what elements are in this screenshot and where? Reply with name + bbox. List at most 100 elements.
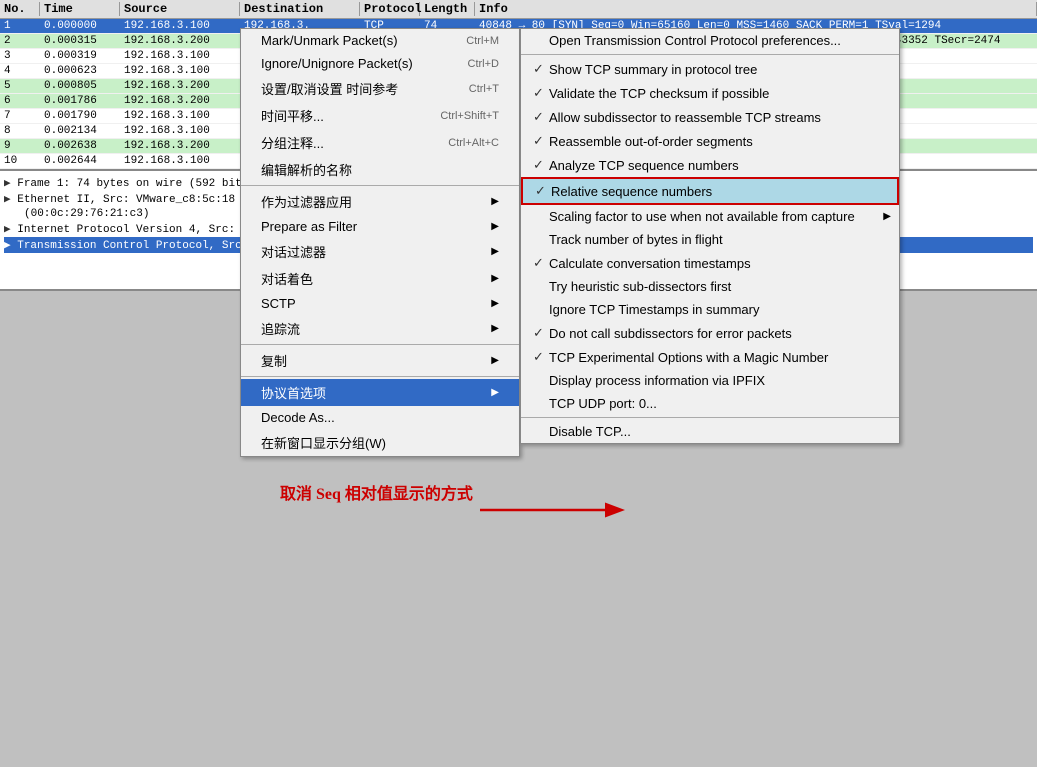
menu-item-sctp[interactable]: SCTP <box>241 292 519 315</box>
col-info-header: Info <box>475 2 1037 16</box>
menu-item-时间平移...[interactable]: 时间平移... Ctrl+Shift+T <box>241 102 519 129</box>
menu-item-对话着色[interactable]: 对话着色 <box>241 265 519 292</box>
annotation-arrow <box>480 490 640 530</box>
submenu-item-show-tcp-summary-in-proto[interactable]: ✓Show TCP summary in protocol tree <box>521 57 899 81</box>
menu-item-prepare-as-filter[interactable]: Prepare as Filter <box>241 215 519 238</box>
submenu-label: Display process information via IPFIX <box>549 373 765 388</box>
menu-label: Decode As... <box>261 410 335 425</box>
menu-item-复制[interactable]: 复制 <box>241 347 519 374</box>
submenu-item-try-heuristic-sub-dissect[interactable]: Try heuristic sub-dissectors first <box>521 275 899 298</box>
col-len-header: Length <box>420 2 475 16</box>
cell-no: 5 <box>0 80 40 92</box>
submenu-tcp-preferences[interactable]: Open Transmission Control Protocol prefe… <box>520 28 900 444</box>
submenu-label: Do not call subdissectors for error pack… <box>549 326 792 341</box>
check-mark-icon: ✓ <box>533 157 549 173</box>
cell-src: 192.168.3.100 <box>120 50 240 62</box>
submenu-item-analyze-tcp-sequence-numb[interactable]: ✓Analyze TCP sequence numbers <box>521 153 899 177</box>
context-menu[interactable]: Mark/Unmark Packet(s) Ctrl+M Ignore/Unigno… <box>240 28 520 457</box>
menu-label: 对话着色 <box>261 269 313 288</box>
check-mark-icon: ✓ <box>533 325 549 341</box>
menu-label: 设置/取消设置 时间参考 <box>261 79 398 98</box>
cell-time: 0.000000 <box>40 20 120 32</box>
menu-item-编辑解析的名称[interactable]: 编辑解析的名称 <box>241 156 519 183</box>
menu-label: 时间平移... <box>261 106 324 125</box>
submenu-label: Reassemble out-of-order segments <box>549 134 753 149</box>
submenu-item-track-number-of-bytes-in-[interactable]: Track number of bytes in flight <box>521 228 899 251</box>
submenu-item-allow-subdissector-to-rea[interactable]: ✓Allow subdissector to reassemble TCP st… <box>521 105 899 129</box>
submenu-label: Scaling factor to use when not available… <box>549 209 855 224</box>
col-dst-header: Destination <box>240 2 360 16</box>
cell-src: 192.168.3.100 <box>120 155 240 167</box>
submenu-label: Validate the TCP checksum if possible <box>549 86 769 101</box>
submenu-label: Disable TCP... <box>549 424 631 439</box>
menu-item-mark/unmark-packet(s[interactable]: Mark/Unmark Packet(s) Ctrl+M <box>241 29 519 52</box>
submenu-item-tcp-udp-port:-0...[interactable]: TCP UDP port: 0... <box>521 392 899 415</box>
check-mark-icon: ✓ <box>533 85 549 101</box>
submenu-label: Ignore TCP Timestamps in summary <box>549 302 759 317</box>
menu-label: 分组注释... <box>261 133 324 152</box>
cell-src: 192.168.3.200 <box>120 140 240 152</box>
menu-label: 编辑解析的名称 <box>261 160 352 179</box>
cell-src: 192.168.3.200 <box>120 35 240 47</box>
submenu-label: Analyze TCP sequence numbers <box>549 158 739 173</box>
cell-time: 0.002134 <box>40 125 120 137</box>
submenu-item-display-process-informati[interactable]: Display process information via IPFIX <box>521 369 899 392</box>
submenu-label: Show TCP summary in protocol tree <box>549 62 757 77</box>
cell-no: 2 <box>0 35 40 47</box>
menu-separator <box>241 376 519 377</box>
menu-item-在新窗口显示分组(w)[interactable]: 在新窗口显示分组(W) <box>241 429 519 456</box>
cell-time: 0.000805 <box>40 80 120 92</box>
menu-label: 协议首选项 <box>261 383 326 402</box>
packet-list-header: No. Time Source Destination Protocol Len… <box>0 0 1037 19</box>
col-proto-header: Protocol <box>360 2 420 16</box>
submenu-item-validate-the-tcp-checksum[interactable]: ✓Validate the TCP checksum if possible <box>521 81 899 105</box>
menu-separator <box>241 185 519 186</box>
submenu-item-do-not-call-subdissectors[interactable]: ✓Do not call subdissectors for error pac… <box>521 321 899 345</box>
menu-item-对话过滤器[interactable]: 对话过滤器 <box>241 238 519 265</box>
cell-no: 4 <box>0 65 40 77</box>
menu-item-追踪流[interactable]: 追踪流 <box>241 315 519 342</box>
cell-src: 192.168.3.100 <box>120 125 240 137</box>
menu-item-作为过滤器应用[interactable]: 作为过滤器应用 <box>241 188 519 215</box>
submenu-item-reassemble-out-of-order-s[interactable]: ✓Reassemble out-of-order segments <box>521 129 899 153</box>
check-mark-icon: ✓ <box>533 61 549 77</box>
menu-label: 复制 <box>261 351 287 370</box>
menu-item-设置/取消设置-时间参考[interactable]: 设置/取消设置 时间参考Ctrl+T <box>241 75 519 102</box>
cell-time: 0.000623 <box>40 65 120 77</box>
menu-label: 作为过滤器应用 <box>261 192 352 211</box>
submenu-item-disable-tcp...[interactable]: Disable TCP... <box>521 420 899 443</box>
cell-time: 0.001786 <box>40 95 120 107</box>
menu-shortcut: Ctrl+M <box>466 35 499 47</box>
menu-shortcut: Ctrl+Shift+T <box>440 110 499 122</box>
cell-src: 192.168.3.200 <box>120 80 240 92</box>
menu-item-分组注释...[interactable]: 分组注释...Ctrl+Alt+C <box>241 129 519 156</box>
submenu-item-relative-sequence-numbers[interactable]: ✓Relative sequence numbers <box>521 177 899 205</box>
menu-shortcut: Ctrl+D <box>468 58 499 70</box>
submenu-label: TCP UDP port: 0... <box>549 396 657 411</box>
submenu-item-tcp-experimental-options-[interactable]: ✓TCP Experimental Options with a Magic N… <box>521 345 899 369</box>
menu-label: Prepare as Filter <box>261 219 357 234</box>
check-mark-icon: ✓ <box>533 109 549 125</box>
submenu-item-calculate-conversation-ti[interactable]: ✓Calculate conversation timestamps <box>521 251 899 275</box>
submenu-item-scaling-factor-to-use-whe[interactable]: Scaling factor to use when not available… <box>521 205 899 228</box>
submenu-item-open-transmission-control[interactable]: Open Transmission Control Protocol prefe… <box>521 29 899 52</box>
menu-item-协议首选项[interactable]: 协议首选项 <box>241 379 519 406</box>
menu-label: 在新窗口显示分组(W) <box>261 433 386 452</box>
menu-item-ignore/unignore-pack[interactable]: Ignore/Unignore Packet(s)Ctrl+D <box>241 52 519 75</box>
annotation-text: 取消 Seq 相对值显示的方式 <box>280 486 473 503</box>
cell-no: 1 <box>0 20 40 32</box>
check-mark-icon: ✓ <box>533 255 549 271</box>
menu-separator <box>241 344 519 345</box>
submenu-label: Allow subdissector to reassemble TCP str… <box>549 110 821 125</box>
menu-item-decode-as...[interactable]: Decode As... <box>241 406 519 429</box>
menu-label: Mark/Unmark Packet(s) <box>261 33 398 48</box>
cell-src: 192.168.3.100 <box>120 65 240 77</box>
submenu-label: Relative sequence numbers <box>551 184 712 199</box>
cell-time: 0.000319 <box>40 50 120 62</box>
cell-time: 0.002638 <box>40 140 120 152</box>
submenu-item-ignore-tcp-timestamps-in-[interactable]: Ignore TCP Timestamps in summary <box>521 298 899 321</box>
cell-src: 192.168.3.100 <box>120 110 240 122</box>
cell-no: 8 <box>0 125 40 137</box>
cell-time: 0.002644 <box>40 155 120 167</box>
menu-label: 对话过滤器 <box>261 242 326 261</box>
